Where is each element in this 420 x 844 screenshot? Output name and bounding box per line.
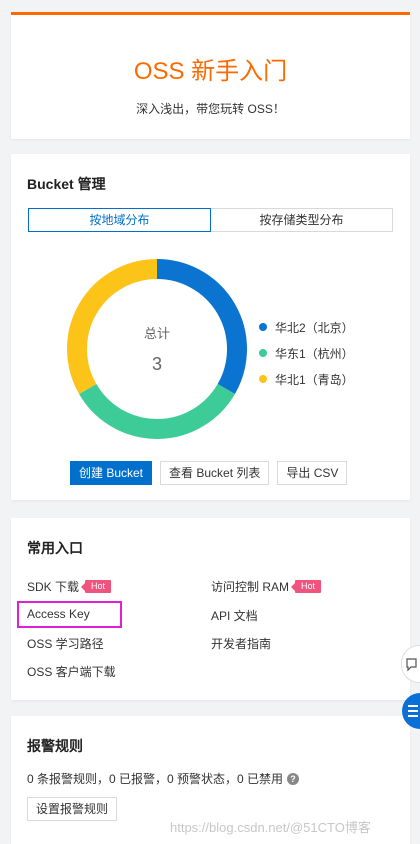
entry-card-title: 常用入口	[27, 540, 83, 556]
legend-item[interactable]: 华北1（青岛）	[259, 366, 354, 392]
view-bucket-list-button[interactable]: 查看 Bucket 列表	[160, 461, 270, 485]
legend-dot	[259, 375, 267, 383]
help-icon[interactable]: ?	[287, 772, 300, 785]
export-csv-button[interactable]: 导出 CSV	[277, 461, 348, 485]
intro-title: OSS 新手入门	[133, 58, 288, 85]
chat-icon	[406, 658, 417, 672]
tab-by-region[interactable]: 按地域分布	[28, 208, 211, 232]
alarm-card-title: 报警规则	[27, 738, 83, 754]
bucket-actions: 创建 Bucket 查看 Bucket 列表 导出 CSV	[70, 461, 348, 485]
region-donut-chart: 总计 3	[67, 259, 247, 439]
link-label: OSS 客户端下载	[27, 665, 116, 679]
link-label: OSS 学习路径	[27, 637, 104, 651]
bucket-management-card: Bucket 管理 按地域分布 按存储类型分布 总计 3 华北2（北京） 华东1…	[11, 154, 410, 500]
legend-item[interactable]: 华北2（北京）	[259, 314, 354, 340]
link-api-docs[interactable]: API 文档	[211, 607, 258, 624]
donut-slice-2[interactable]	[79, 383, 235, 439]
link-ram[interactable]: 访问控制 RAM Hot	[211, 578, 322, 595]
legend-label: 华东1（杭州）	[275, 346, 354, 361]
setup-alarm-button[interactable]: 设置报警规则	[27, 797, 118, 821]
link-label: 访问控制 RAM	[211, 580, 290, 594]
help-float-button[interactable]	[402, 693, 420, 729]
hot-badge: Hot	[81, 580, 112, 593]
legend-label: 华北2（北京）	[275, 320, 354, 335]
common-entry-card: 常用入口 SDK 下载 Hot 访问控制 RAM Hot Access Key …	[11, 518, 410, 700]
legend-label: 华北1（青岛）	[275, 372, 354, 387]
link-learning-path[interactable]: OSS 学习路径	[27, 635, 104, 652]
link-label: SDK 下载	[27, 580, 80, 594]
link-access-key[interactable]: Access Key	[27, 607, 90, 621]
link-sdk-download[interactable]: SDK 下载 Hot	[27, 578, 112, 595]
create-bucket-button[interactable]: 创建 Bucket	[70, 461, 153, 485]
alarm-summary: 0 条报警规则，0 已报警，0 预警状态，0 已禁用 ?	[27, 770, 300, 787]
alarm-summary-text: 0 条报警规则，0 已报警，0 预警状态，0 已禁用	[27, 772, 284, 786]
link-developer-guide[interactable]: 开发者指南	[211, 635, 271, 652]
legend-dot	[259, 349, 267, 357]
link-label: Access Key	[27, 607, 90, 621]
menu-icon	[408, 705, 418, 717]
legend-dot	[259, 323, 267, 331]
link-label: 开发者指南	[211, 637, 272, 651]
legend-item[interactable]: 华东1（杭州）	[259, 340, 354, 366]
intro-subtitle: 深入浅出，带您玩转 OSS！	[136, 102, 285, 116]
oss-intro-card: OSS 新手入门 深入浅出，带您玩转 OSS！	[11, 12, 410, 139]
watermark: https://blog.csdn.net/@51CTO博客	[170, 820, 371, 835]
link-client-download[interactable]: OSS 客户端下载	[27, 663, 116, 680]
chart-legend: 华北2（北京） 华东1（杭州） 华北1（青岛）	[259, 314, 354, 392]
donut-total-label: 总计	[144, 326, 170, 341]
link-label: API 文档	[211, 609, 258, 623]
donut-total-value: 3	[152, 354, 162, 374]
feedback-float-button[interactable]	[401, 645, 420, 683]
hot-badge: Hot	[291, 580, 322, 593]
